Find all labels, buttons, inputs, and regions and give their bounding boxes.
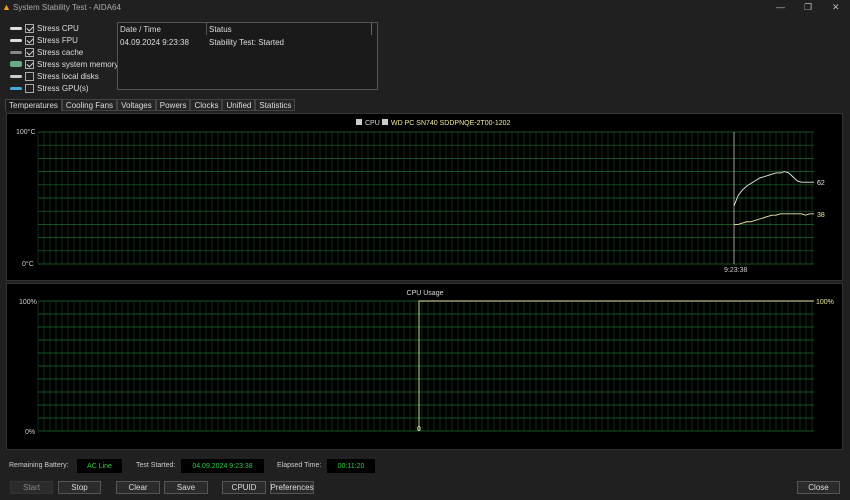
end-value-label: 38 — [817, 212, 825, 219]
checkbox[interactable] — [25, 47, 34, 57]
option-label: Stress FPU — [37, 35, 78, 45]
end-value-label: 100% — [816, 299, 834, 306]
option-label: Stress local disks — [37, 71, 99, 81]
checkbox[interactable] — [25, 71, 34, 81]
test-started-value: 04.09.2024 9:23:38 — [181, 459, 264, 473]
log-header-status[interactable]: Status — [207, 23, 372, 35]
tab-clocks[interactable]: Clocks — [190, 99, 223, 111]
temperature-chart: 100°C 0°C CPU WD PC SN740 SDDPNQE-2T00-1202… — [16, 119, 825, 274]
cpu-icon — [10, 26, 22, 30]
option-stress-gpu-s-[interactable]: Stress GPU(s) — [10, 82, 89, 94]
start-value-label: 0 — [417, 426, 421, 433]
window-title: System Stability Test - AIDA64 — [13, 3, 121, 12]
fpu-icon — [10, 38, 22, 42]
clear-button[interactable]: Clear — [116, 481, 160, 494]
checkbox[interactable] — [25, 59, 34, 69]
title-bar: ▲ System Stability Test - AIDA64 — ❐ ✕ — [0, 0, 850, 14]
tab-cooling-fans[interactable]: Cooling Fans — [61, 99, 118, 111]
tab-statistics[interactable]: Statistics — [255, 99, 296, 111]
cache-icon — [10, 50, 22, 54]
end-value-label: 62 — [817, 180, 825, 187]
aida64-flame-icon: ▲ — [2, 2, 11, 12]
log-row-datetime: 04.09.2024 9:23:38 — [120, 38, 189, 47]
y-tick-max: 100°C — [16, 128, 36, 136]
tab-powers[interactable]: Powers — [155, 99, 191, 111]
cpu-usage-chart-panel: CPU Usage 100% 0% 100% 0 — [6, 283, 843, 450]
event-log: Date / Time Status 04.09.2024 9:23:38 St… — [117, 22, 378, 90]
elapsed-time-value: 00:11:20 — [327, 459, 375, 473]
test-started-label: Test Started: — [136, 462, 176, 469]
legend-checkbox-cpu[interactable] — [356, 119, 362, 125]
start-button[interactable]: Start — [10, 481, 53, 494]
close-button[interactable]: Close — [797, 481, 840, 494]
gpu-icon — [10, 86, 22, 90]
time-marker-label: 9:23:38 — [724, 267, 747, 274]
restore-button[interactable]: ❐ — [804, 2, 812, 13]
preferences-button[interactable]: Preferences — [270, 481, 314, 494]
cpuid-button[interactable]: CPUID — [222, 481, 266, 494]
cpu-usage-chart: CPU Usage 100% 0% 100% 0 — [19, 290, 834, 436]
y-tick-max: 100% — [19, 299, 37, 306]
tab-bar: Temperatures Cooling Fans Voltages Powers Cl… — [5, 99, 296, 111]
legend-checkbox-disk[interactable] — [382, 119, 388, 125]
memory-icon — [10, 61, 22, 67]
stop-button[interactable]: Stop — [58, 481, 101, 494]
option-label: Stress GPU(s) — [37, 83, 89, 93]
y-tick-min: 0°C — [22, 260, 34, 268]
save-button[interactable]: Save — [164, 481, 208, 494]
option-stress-cpu[interactable]: Stress CPU — [10, 22, 79, 34]
option-stress-fpu[interactable]: Stress FPU — [10, 34, 78, 46]
legend-cpu: CPU — [365, 120, 380, 127]
option-stress-system-memory[interactable]: Stress system memory — [10, 58, 118, 70]
option-label: Stress CPU — [37, 23, 79, 33]
log-row-status: Stability Test: Started — [209, 38, 284, 47]
legend-disk: WD PC SN740 SDDPNQE-2T00-1202 — [391, 120, 511, 127]
close-window-button[interactable]: ✕ — [832, 2, 840, 13]
option-label: Stress cache — [37, 47, 84, 57]
minimize-button[interactable]: — — [776, 2, 785, 12]
option-stress-local-disks[interactable]: Stress local disks — [10, 70, 99, 82]
tab-temperatures[interactable]: Temperatures — [5, 99, 62, 111]
elapsed-time-label: Elapsed Time: — [277, 462, 322, 469]
battery-label: Remaining Battery: — [9, 462, 69, 469]
temperature-chart-panel: 100°C 0°C CPU WD PC SN740 SDDPNQE-2T00-1202… — [6, 113, 843, 281]
tab-voltages[interactable]: Voltages — [117, 99, 156, 111]
log-header-datetime[interactable]: Date / Time — [118, 23, 207, 35]
checkbox[interactable] — [25, 83, 34, 93]
chart-title: CPU Usage — [407, 290, 444, 297]
option-stress-cache[interactable]: Stress cache — [10, 46, 83, 58]
checkbox[interactable] — [25, 35, 34, 45]
checkbox[interactable] — [25, 23, 34, 33]
y-tick-min: 0% — [25, 429, 35, 436]
tab-unified[interactable]: Unified — [222, 99, 256, 111]
grid — [37, 300, 814, 432]
grid — [37, 131, 814, 265]
disk-icon — [10, 74, 22, 78]
option-label: Stress system memory — [37, 59, 119, 69]
battery-value: AC Line — [77, 459, 122, 473]
